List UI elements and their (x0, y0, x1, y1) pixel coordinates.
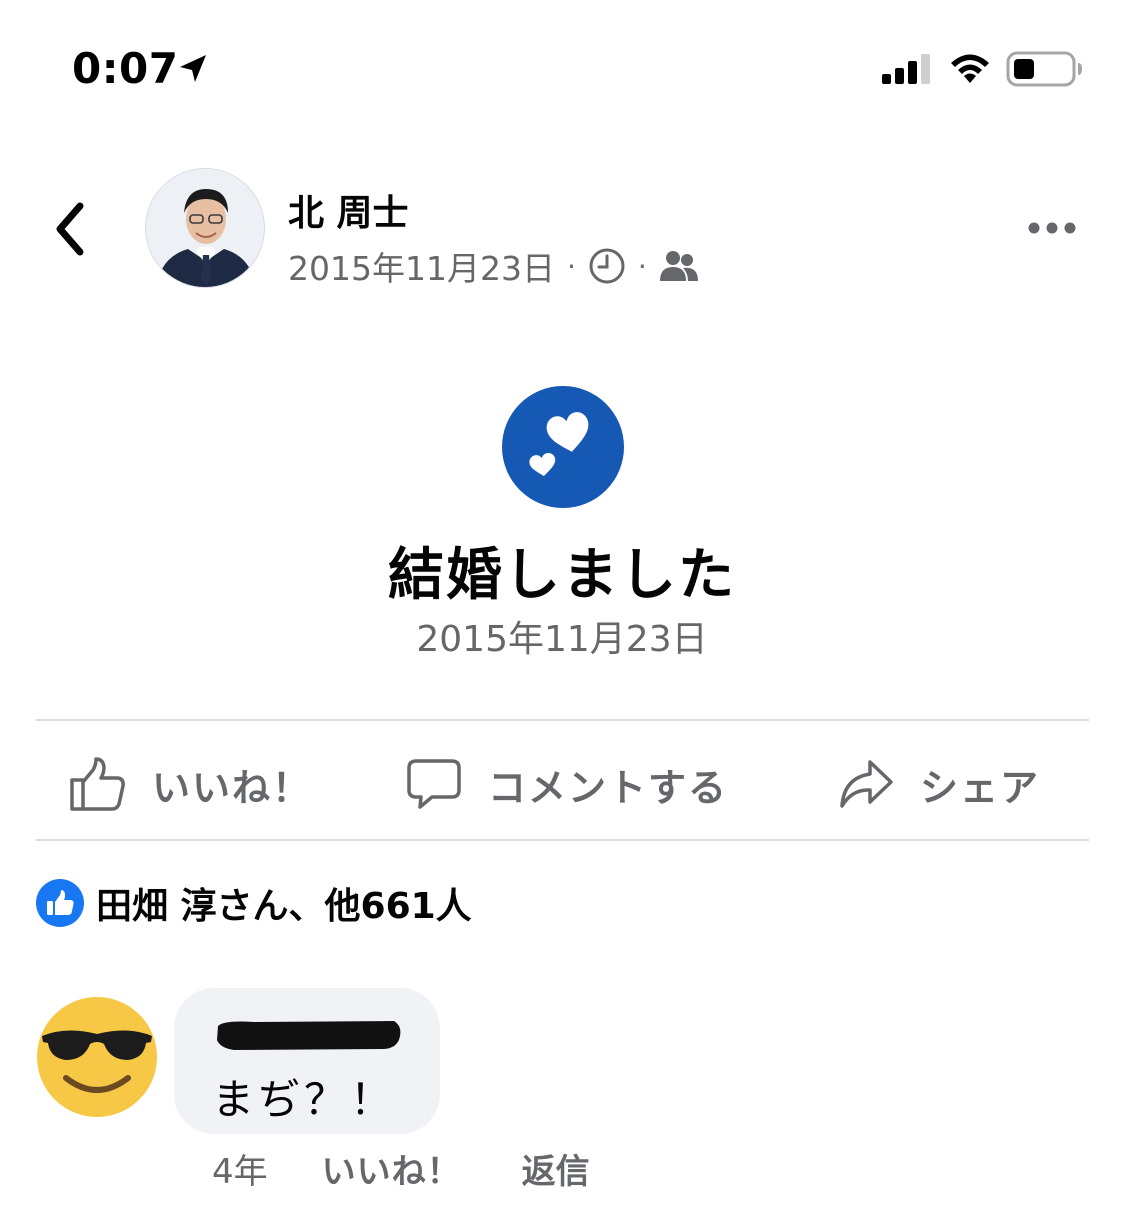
thumbs-up-icon (70, 757, 125, 811)
comment-time[interactable]: 4年 (212, 1144, 268, 1193)
reactions-summary[interactable]: 田畑 淳さん、他661人 (36, 878, 472, 928)
share-button-label: シェア (920, 765, 1041, 810)
location-arrow-icon (180, 55, 206, 82)
wifi-icon (951, 54, 989, 83)
life-event-date: 2015年11月23日 (416, 619, 708, 660)
comment-meta: 4年 いいね！ 返信 (212, 1144, 590, 1193)
author-avatar[interactable] (145, 168, 265, 288)
battery-icon (1006, 51, 1082, 87)
share-button[interactable]: シェア (838, 748, 1040, 820)
like-reaction-badge (36, 879, 84, 927)
back-chevron-icon[interactable] (48, 198, 92, 260)
redacted-commenter-name (217, 1021, 401, 1050)
meta-separator: · (566, 249, 576, 283)
comment-reply-button[interactable]: 返信 (522, 1144, 590, 1193)
author-name[interactable]: 北 周士 (288, 184, 409, 236)
divider (36, 839, 1089, 841)
post-meta: 2015年11月23日 · · (288, 244, 699, 288)
comment-bubble[interactable]: まぢ？！ (174, 988, 440, 1134)
comment-button[interactable]: コメントする (406, 748, 728, 820)
comment-button-label: コメントする (488, 765, 729, 810)
life-event-icon (502, 386, 624, 508)
divider (36, 719, 1089, 721)
clock-icon (589, 248, 625, 284)
status-time: 0:07 (72, 44, 179, 93)
life-event-title: 結婚しました (388, 543, 736, 608)
share-arrow-icon (840, 760, 893, 808)
reactions-summary-text: 田畑 淳さん、他661人 (96, 886, 472, 927)
sunglasses-emoji-icon[interactable] (36, 996, 158, 1118)
status-bar: 0:07 (0, 0, 1124, 140)
comment-like-button[interactable]: いいね！ (322, 1144, 462, 1193)
comment-bubble-icon (407, 759, 461, 809)
meta-separator: · (637, 249, 647, 283)
comment-text: まぢ？！ (212, 1075, 397, 1124)
friends-icon (659, 251, 698, 281)
hearts-icon (529, 412, 589, 477)
cellular-signal-icon (882, 54, 930, 84)
like-button-label: いいね！ (152, 765, 313, 810)
more-dots-icon[interactable] (1022, 210, 1082, 246)
like-button[interactable]: いいね！ (68, 748, 312, 820)
thumbs-up-icon (47, 890, 74, 915)
post-date[interactable]: 2015年11月23日 (288, 242, 555, 290)
person-photo-icon (146, 169, 264, 287)
